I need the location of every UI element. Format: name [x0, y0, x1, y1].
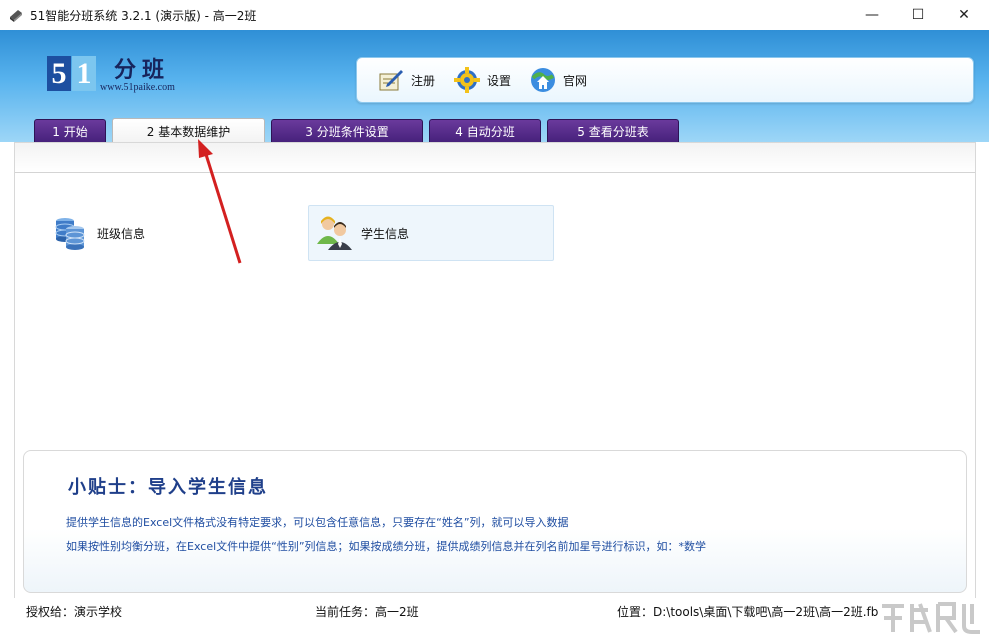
- tips-panel: 小贴士：导入学生信息 提供学生信息的Excel文件格式没有特定要求，可以包含任意…: [23, 450, 967, 593]
- register-label: 注册: [411, 73, 436, 88]
- tab-view-classes[interactable]: 5 查看分班表: [547, 119, 679, 143]
- gear-icon: [454, 67, 480, 93]
- minimize-button[interactable]: —: [849, 0, 895, 30]
- settings-label: 设置: [487, 73, 512, 88]
- class-info-button[interactable]: 班级信息: [53, 215, 145, 251]
- database-icon: [55, 218, 85, 250]
- class-info-label: 班级信息: [97, 226, 146, 241]
- website-button[interactable]: 官网: [529, 65, 587, 95]
- student-info-button[interactable]: 学生信息: [308, 205, 554, 261]
- tips-line-2: 如果按性别均衡分班，在Excel文件中提供“性别”列信息；如果按成绩分班，提供成…: [66, 540, 707, 553]
- register-button[interactable]: 注册: [377, 65, 435, 95]
- maximize-button[interactable]: ☐: [895, 0, 941, 30]
- content-header-strip: [15, 143, 975, 173]
- settings-button[interactable]: 设置: [453, 65, 511, 95]
- users-icon: [317, 216, 352, 250]
- content-panel: 班级信息 学生信息 小贴士：导入学生信息 提供学生信息的Excel文件格式没有特…: [14, 142, 976, 599]
- watermark-logo: [882, 602, 980, 634]
- tab-start[interactable]: 1 开始: [34, 119, 106, 143]
- tab-class-conditions[interactable]: 3 分班条件设置: [271, 119, 423, 143]
- logo-url: www.51paike.com: [100, 82, 175, 93]
- tips-title: 小贴士：导入学生信息: [68, 477, 268, 498]
- window-title: 51智能分班系统 3.2.1 (演示版) - 高一2班: [30, 9, 257, 23]
- logo-title: 分班: [114, 57, 171, 83]
- tips-line-1: 提供学生信息的Excel文件格式没有特定要求，可以包含任意信息，只要存在“姓名”…: [66, 516, 569, 529]
- register-icon: [379, 70, 403, 91]
- logo-digit-5: 5: [47, 56, 71, 91]
- logo-digit-1: 1: [72, 56, 96, 91]
- app-icon: [10, 10, 22, 22]
- status-location: 位置：D:\tools\桌面\下载吧\高一2班\高一2班.fb: [617, 605, 879, 619]
- tab-auto-assign[interactable]: 4 自动分班: [429, 119, 541, 143]
- toolbar: 注册 设置 官网: [356, 57, 974, 103]
- home-globe-icon: [531, 68, 555, 92]
- title-bar: 51智能分班系统 3.2.1 (演示版) - 高一2班 — ☐ ✕: [0, 0, 989, 30]
- status-task: 当前任务：高一2班: [315, 605, 419, 619]
- student-info-label: 学生信息: [361, 226, 410, 241]
- status-bar: 授权给：演示学校 当前任务：高一2班 位置：D:\tools\桌面\下载吧\高一…: [0, 598, 989, 641]
- close-button[interactable]: ✕: [941, 0, 987, 30]
- status-license: 授权给：演示学校: [26, 605, 123, 619]
- website-label: 官网: [563, 73, 588, 88]
- tab-basic-data[interactable]: 2 基本数据维护: [112, 118, 265, 144]
